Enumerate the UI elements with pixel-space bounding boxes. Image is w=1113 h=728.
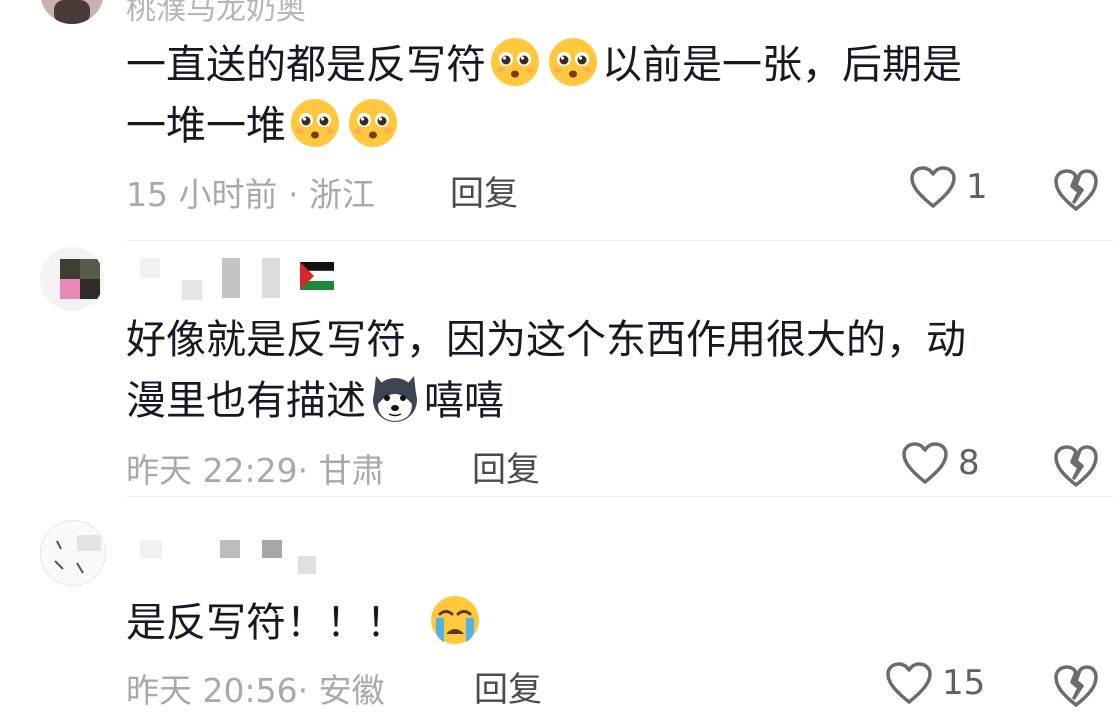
comment-meta: 昨天 22:29· 甘肃 (126, 444, 385, 492)
username-redacted (262, 540, 282, 558)
comment-text: 好像就是反写符，因为这个东西作用很大的，动 漫里也有描述 嘻嘻 (126, 310, 1086, 431)
pleading-face-emoji (491, 38, 539, 86)
like-count: 8 (958, 443, 980, 483)
comment-text-segment: 一堆一堆 (126, 103, 286, 149)
comment-text: 一直送的都是反写符 以前是一张，后期是 一堆一堆 (126, 34, 1086, 156)
comment-text-segment: 以前是一张，后期是 (602, 42, 962, 88)
flag-icon (300, 262, 334, 290)
dislike-broken-heart-icon[interactable] (1052, 166, 1100, 214)
pleading-face-emoji (291, 99, 339, 147)
meta-separator: · (297, 671, 309, 710)
pleading-face-emoji (349, 99, 397, 147)
husky-dog-emoji (373, 376, 417, 422)
heart-icon (910, 166, 956, 208)
avatar[interactable] (40, 0, 104, 24)
avatar[interactable] (40, 520, 106, 586)
username-redacted (140, 540, 162, 558)
crying-face-emoji (431, 596, 479, 644)
dislike-broken-heart-icon[interactable] (1052, 662, 1100, 710)
username-redacted (182, 280, 202, 300)
comment-text-segment: 好像就是反写符，因为这个东西作用很大的，动 (126, 317, 966, 363)
like-button[interactable]: 15 (884, 660, 985, 706)
reply-button[interactable]: 回复 (472, 442, 540, 491)
location: 浙江 (308, 175, 375, 214)
reply-button[interactable]: 回复 (474, 662, 542, 711)
like-count: 1 (966, 167, 988, 207)
heart-icon (886, 662, 932, 704)
avatar[interactable] (40, 247, 104, 311)
like-count: 15 (942, 663, 986, 703)
divider (126, 240, 1113, 241)
heart-icon (902, 442, 948, 484)
reply-button[interactable]: 回复 (450, 166, 518, 215)
username-redacted (262, 258, 280, 298)
username-redacted (298, 556, 316, 574)
location: 甘肃 (318, 451, 385, 490)
comment-text-segment: 一直送的都是反写符 (126, 42, 486, 88)
username-redacted (222, 258, 240, 298)
divider (126, 496, 1113, 497)
location: 安徽 (318, 671, 385, 710)
dislike-broken-heart-icon[interactable] (1052, 442, 1100, 490)
username[interactable]: 桃濮马龙奶奥 (126, 0, 306, 28)
timestamp: 昨天 20:56 (126, 671, 298, 710)
username-redacted (140, 258, 160, 278)
timestamp: 15 小时前 (126, 175, 278, 214)
comment-text-segment: 是反写符！！！ (126, 600, 406, 646)
meta-separator: · (287, 175, 299, 214)
comment-meta: 15 小时前 · 浙江 (126, 168, 375, 216)
like-button[interactable]: 8 (900, 440, 980, 486)
comment-text: 是反写符！！！ (126, 592, 1086, 653)
username-redacted (220, 540, 240, 558)
pleading-face-emoji (549, 38, 597, 86)
timestamp: 昨天 22:29 (126, 451, 298, 490)
like-button[interactable]: 1 (908, 164, 988, 210)
comment-text-segment: 漫里也有描述 (126, 378, 366, 424)
meta-separator: · (297, 451, 309, 490)
comment-meta: 昨天 20:56· 安徽 (126, 664, 385, 712)
comment-text-segment: 嘻嘻 (424, 378, 504, 424)
